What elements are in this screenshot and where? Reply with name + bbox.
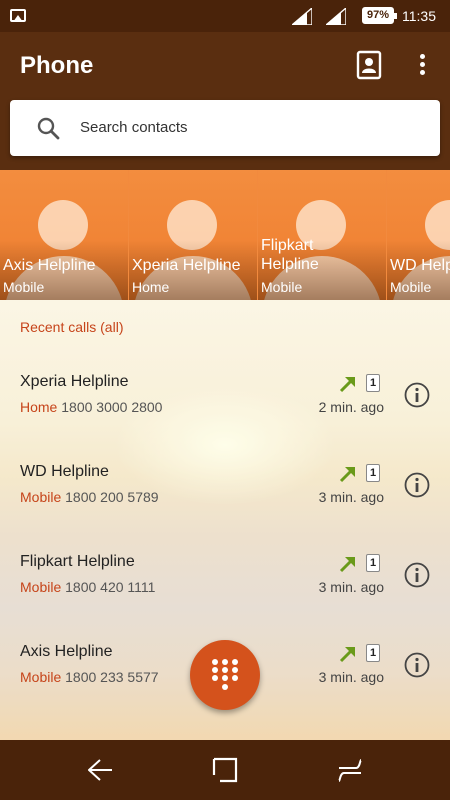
favorite-name: Axis Helpline	[3, 257, 96, 274]
search-icon	[37, 117, 60, 140]
caller-name: Xperia Helpline	[20, 373, 129, 390]
favorite-type: Home	[132, 279, 170, 295]
recents-icon[interactable]	[336, 756, 364, 784]
call-row[interactable]: WD Helpline Mobile 1800 200 5789 1 3 min…	[0, 450, 450, 540]
signal-icon	[326, 8, 346, 25]
gallery-icon	[10, 9, 26, 22]
outgoing-call-icon	[339, 467, 355, 483]
battery-icon: 97%	[362, 7, 397, 24]
phone-number: 1800 3000 2800	[61, 399, 163, 415]
favorites-strip: Axis Helpline Mobile Xperia Helpline Hom…	[0, 170, 450, 300]
phone-number: 1800 420 1111	[65, 579, 156, 595]
favorite-type: Mobile	[3, 279, 45, 295]
sim-badge: 1	[366, 374, 380, 392]
call-row[interactable]: Xperia Helpline Home 1800 3000 2800 1 2 …	[0, 360, 450, 450]
search-input[interactable]: Search contacts	[10, 100, 440, 156]
call-details: Home 1800 3000 2800	[20, 399, 162, 415]
favorite-name: Flipkart Helpline	[261, 237, 319, 273]
call-details: Mobile 1800 200 5789	[20, 489, 159, 505]
favorite-name: Xperia Helpline	[132, 257, 241, 274]
number-type: Mobile	[20, 669, 62, 685]
info-icon[interactable]	[404, 652, 430, 678]
dialpad-button[interactable]	[190, 640, 260, 710]
status-time: 11:35	[402, 8, 436, 24]
number-type: Mobile	[20, 489, 62, 505]
navigation-bar	[0, 740, 450, 800]
recent-calls-header[interactable]: Recent calls (all)	[20, 319, 123, 335]
phone-number: 1800 200 5789	[65, 489, 159, 505]
call-time: 3 min. ago	[318, 489, 384, 505]
favorite-name: WD Helpline	[390, 257, 450, 274]
app-header: Phone Search contacts	[0, 32, 450, 170]
outgoing-call-icon	[339, 377, 355, 393]
favorite-tile[interactable]: Axis Helpline Mobile	[0, 170, 128, 300]
info-icon[interactable]	[404, 562, 430, 588]
call-details: Mobile 1800 420 1111	[20, 579, 155, 595]
sim-badge: 1	[366, 464, 380, 482]
sim-badge: 1	[366, 554, 380, 572]
caller-name: Axis Helpline	[20, 643, 113, 660]
caller-name: WD Helpline	[20, 463, 109, 480]
phone-number: 1800 233 5577	[65, 669, 159, 685]
search-placeholder: Search contacts	[80, 119, 188, 136]
number-type: Mobile	[20, 579, 62, 595]
signal-icon	[292, 8, 312, 25]
favorite-tile[interactable]: Flipkart Helpline Mobile	[258, 170, 386, 300]
status-bar: 97% 11:35	[0, 0, 450, 32]
more-vert-icon[interactable]	[410, 50, 434, 80]
info-icon[interactable]	[404, 382, 430, 408]
home-icon[interactable]	[211, 756, 239, 784]
call-details: Mobile 1800 233 5577	[20, 669, 159, 685]
dialpad-icon	[212, 659, 238, 690]
outgoing-call-icon	[339, 557, 355, 573]
caller-name: Flipkart Helpline	[20, 553, 135, 570]
call-time: 3 min. ago	[318, 669, 384, 685]
favorite-type: Mobile	[390, 279, 432, 295]
call-row[interactable]: Flipkart Helpline Mobile 1800 420 1111 1…	[0, 540, 450, 630]
number-type: Home	[20, 399, 58, 415]
sim-badge: 1	[366, 644, 380, 662]
back-icon[interactable]	[86, 756, 114, 784]
favorite-type: Mobile	[261, 279, 303, 295]
info-icon[interactable]	[404, 472, 430, 498]
call-time: 2 min. ago	[318, 399, 384, 415]
favorite-tile[interactable]: WD Helpline Mobile	[387, 170, 450, 300]
outgoing-call-icon	[339, 647, 355, 663]
favorite-tile[interactable]: Xperia Helpline Home	[129, 170, 257, 300]
page-title: Phone	[20, 52, 94, 79]
battery-level: 97%	[366, 9, 390, 21]
contacts-icon[interactable]	[356, 50, 382, 80]
call-time: 3 min. ago	[318, 579, 384, 595]
